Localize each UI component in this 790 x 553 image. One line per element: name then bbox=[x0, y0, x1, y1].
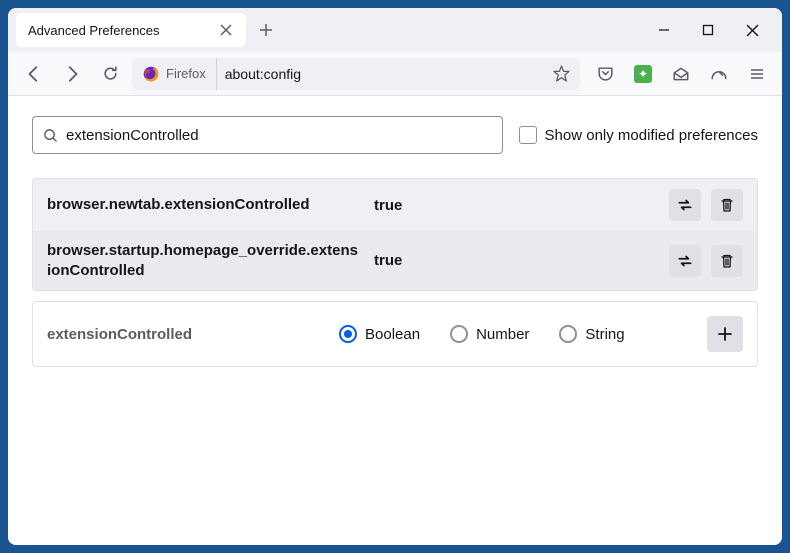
radio-label: Number bbox=[476, 326, 529, 343]
delete-button[interactable] bbox=[711, 245, 743, 277]
radio-icon bbox=[559, 325, 577, 343]
close-window-button[interactable] bbox=[742, 20, 762, 40]
preference-row: browser.startup.homepage_override.extens… bbox=[33, 231, 757, 290]
preference-actions bbox=[669, 245, 743, 277]
preference-row: browser.newtab.extensionControlled true bbox=[33, 179, 757, 231]
window-controls bbox=[654, 20, 774, 40]
minimize-button[interactable] bbox=[654, 20, 674, 40]
navigation-toolbar: Firefox about:config ✦ bbox=[8, 52, 782, 96]
show-modified-checkbox[interactable]: Show only modified preferences bbox=[519, 126, 758, 144]
radio-icon bbox=[450, 325, 468, 343]
forward-button[interactable] bbox=[56, 58, 88, 90]
search-icon bbox=[43, 128, 58, 143]
radio-string[interactable]: String bbox=[559, 325, 624, 343]
close-tab-icon[interactable] bbox=[218, 22, 234, 38]
about-config-content: Show only modified preferences browser.n… bbox=[8, 96, 782, 545]
url-text: about:config bbox=[225, 66, 545, 82]
inbox-icon[interactable] bbox=[666, 59, 696, 89]
toggle-button[interactable] bbox=[669, 245, 701, 277]
browser-window: Advanced Preferences bbox=[8, 8, 782, 545]
delete-button[interactable] bbox=[711, 189, 743, 221]
extension-icon[interactable]: ✦ bbox=[628, 59, 658, 89]
preference-list: browser.newtab.extensionControlled true … bbox=[32, 178, 758, 291]
menu-icon[interactable] bbox=[742, 59, 772, 89]
firefox-logo-icon bbox=[142, 65, 160, 83]
radio-number[interactable]: Number bbox=[450, 325, 529, 343]
preference-actions bbox=[669, 189, 743, 221]
search-input[interactable] bbox=[66, 127, 492, 144]
new-preference-row: extensionControlled Boolean Number Strin… bbox=[32, 301, 758, 367]
meter-icon[interactable] bbox=[704, 59, 734, 89]
identity-label: Firefox bbox=[166, 66, 206, 81]
preference-search-box[interactable] bbox=[32, 116, 503, 154]
radio-icon bbox=[339, 325, 357, 343]
reload-button[interactable] bbox=[94, 58, 126, 90]
tab-title: Advanced Preferences bbox=[28, 23, 210, 38]
toolbar-icons: ✦ bbox=[586, 59, 772, 89]
pocket-icon[interactable] bbox=[590, 59, 620, 89]
new-tab-button[interactable] bbox=[250, 14, 282, 46]
toggle-button[interactable] bbox=[669, 189, 701, 221]
bookmark-star-icon[interactable] bbox=[553, 65, 570, 82]
search-row: Show only modified preferences bbox=[32, 116, 758, 154]
radio-label: String bbox=[585, 326, 624, 343]
preference-name: browser.startup.homepage_override.extens… bbox=[47, 241, 362, 280]
titlebar: Advanced Preferences bbox=[8, 8, 782, 52]
show-modified-label: Show only modified preferences bbox=[545, 127, 758, 144]
preference-value: true bbox=[374, 252, 657, 269]
identity-box[interactable]: Firefox bbox=[142, 58, 217, 90]
radio-boolean[interactable]: Boolean bbox=[339, 325, 420, 343]
new-preference-name: extensionControlled bbox=[47, 326, 327, 343]
checkbox-icon bbox=[519, 126, 537, 144]
url-bar[interactable]: Firefox about:config bbox=[132, 58, 580, 90]
browser-tab[interactable]: Advanced Preferences bbox=[16, 13, 246, 47]
maximize-button[interactable] bbox=[698, 20, 718, 40]
type-radio-group: Boolean Number String bbox=[339, 325, 695, 343]
add-preference-button[interactable] bbox=[707, 316, 743, 352]
preference-name: browser.newtab.extensionControlled bbox=[47, 195, 362, 215]
back-button[interactable] bbox=[18, 58, 50, 90]
preference-value: true bbox=[374, 197, 657, 214]
radio-label: Boolean bbox=[365, 326, 420, 343]
